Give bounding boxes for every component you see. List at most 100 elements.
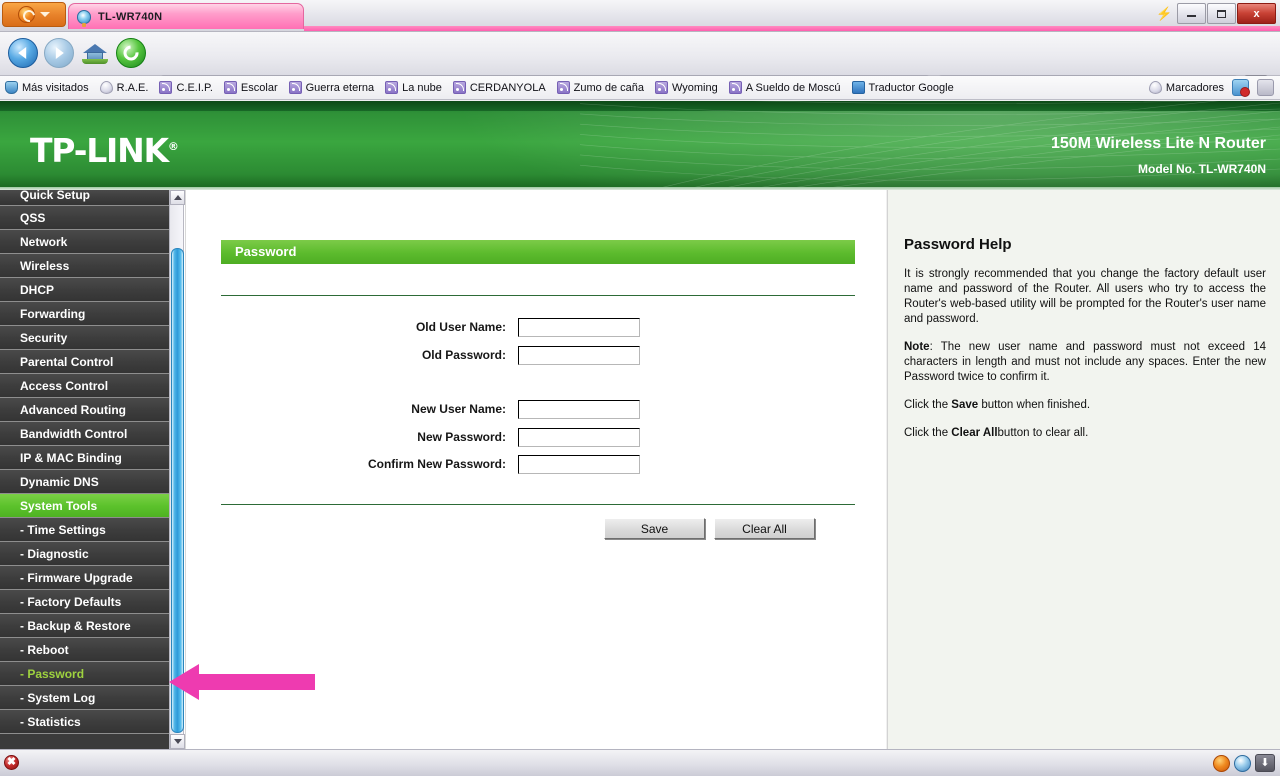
page-title: Password <box>221 240 855 264</box>
reload-button[interactable] <box>116 38 146 68</box>
bookmark-item[interactable]: CERDANYOLA <box>452 81 546 94</box>
bookmark-item[interactable]: Guerra eterna <box>288 81 374 94</box>
close-button[interactable]: x <box>1237 3 1276 24</box>
arrow-left-icon <box>18 47 27 59</box>
bookmark-item[interactable]: Escolar <box>223 81 278 94</box>
bookmark-item[interactable]: R.A.E. <box>99 81 148 94</box>
translate-icon <box>851 81 865 94</box>
help-paragraph-save: Click the Save button when finished. <box>904 398 1266 413</box>
bookmarks-menu-item[interactable]: Marcadores <box>1148 81 1224 94</box>
bookmarks-toolbar: Más visitados R.A.E. C.E.I.P. Escolar Gu… <box>0 76 1280 100</box>
help-save-pre: Click the <box>904 399 952 411</box>
confirm-new-password-input[interactable] <box>518 454 640 474</box>
forward-button[interactable] <box>44 38 74 68</box>
bookmark-label: Más visitados <box>22 81 89 94</box>
scroll-up-button[interactable] <box>170 190 185 205</box>
sidebar-item-access-control[interactable]: Access Control <box>0 374 169 398</box>
form-row-old-password: Old Password: <box>221 343 855 367</box>
sidebar-item-network[interactable]: Network <box>0 230 169 254</box>
sidebar-item-factory-defaults[interactable]: - Factory Defaults <box>0 590 169 614</box>
help-paragraph-note: Note: The new user name and password mus… <box>904 340 1266 385</box>
label-old-user-name: Old User Name: <box>415 320 506 334</box>
back-button[interactable] <box>8 38 38 68</box>
save-button[interactable]: Save <box>604 518 705 539</box>
old-password-input[interactable] <box>518 345 640 365</box>
sidebar-item-dynamic-dns[interactable]: Dynamic DNS <box>0 470 169 494</box>
clear-all-button[interactable]: Clear All <box>714 518 815 539</box>
firefox-logo-icon <box>18 6 35 23</box>
globe-icon[interactable] <box>1234 754 1251 772</box>
window-icon[interactable] <box>1257 79 1274 96</box>
sidebar-item-advanced-routing[interactable]: Advanced Routing <box>0 398 169 422</box>
sidebar-menu: Quick Setup QSS Network Wireless DHCP Fo… <box>0 190 169 749</box>
sidebar-item-reboot[interactable]: - Reboot <box>0 638 169 662</box>
sidebar-item-statistics[interactable]: - Statistics <box>0 710 169 734</box>
tab-title: TL-WR740N <box>98 10 163 23</box>
download-icon[interactable]: ⬇ <box>1255 754 1275 772</box>
sidebar-item-time-settings[interactable]: - Time Settings <box>0 518 169 542</box>
triangle-up-icon <box>173 195 182 200</box>
form-row-old-user-name: Old User Name: <box>221 315 855 339</box>
browser-tab-active[interactable]: TL-WR740N <box>68 3 304 29</box>
old-user-name-input[interactable] <box>518 317 640 337</box>
home-button[interactable] <box>80 38 110 68</box>
sidebar-item-security[interactable]: Security <box>0 326 169 350</box>
home-icon <box>82 44 108 64</box>
tab-strip-filler <box>304 26 1280 31</box>
scrollbar-thumb[interactable] <box>171 248 184 733</box>
brand-name: TP-LINK <box>30 131 169 170</box>
close-icon: x <box>1237 3 1276 24</box>
bookmark-item[interactable]: La nube <box>385 81 442 94</box>
firefox-menu-button[interactable] <box>2 2 66 27</box>
sidebar-item-wireless[interactable]: Wireless <box>0 254 169 278</box>
addon-icon[interactable] <box>1232 79 1250 97</box>
sidebar-item-diagnostic[interactable]: - Diagnostic <box>0 542 169 566</box>
help-save-post: button when finished. <box>978 399 1091 411</box>
sidebar-item-ip-mac-binding[interactable]: IP & MAC Binding <box>0 446 169 470</box>
sidebar-item-dhcp[interactable]: DHCP <box>0 278 169 302</box>
bookmark-item[interactable]: Wyoming <box>654 81 718 94</box>
tab-favicon-icon <box>77 9 91 27</box>
bookmark-label: A Sueldo de Moscú <box>745 81 841 94</box>
sidebar-item-forwarding[interactable]: Forwarding <box>0 302 169 326</box>
sidebar-item-qss[interactable]: QSS <box>0 206 169 230</box>
bookmark-item[interactable]: Más visitados <box>5 81 89 94</box>
new-password-input[interactable] <box>518 427 640 447</box>
sidebar-item-bandwidth-control[interactable]: Bandwidth Control <box>0 422 169 446</box>
sidebar-item-quick-setup[interactable]: Quick Setup <box>0 190 169 206</box>
brand-trademark: ® <box>167 140 179 153</box>
bookmark-item[interactable]: Traductor Google <box>851 81 954 94</box>
title-bar: TL-WR740N ⚡ x <box>0 0 1280 32</box>
status-bar: ✖ ⬇ <box>0 749 1280 776</box>
reload-icon <box>120 42 142 64</box>
error-icon[interactable]: ✖ <box>4 755 19 770</box>
scroll-down-button[interactable] <box>170 734 185 749</box>
rss-icon <box>159 81 173 94</box>
rss-icon <box>288 81 302 94</box>
bookmark-label: Zumo de caña <box>573 81 644 94</box>
firefox-icon[interactable] <box>1213 754 1230 772</box>
help-clear-pre: Click the <box>904 427 952 439</box>
sidebar-item-system-tools[interactable]: System Tools <box>0 494 169 518</box>
bookmark-item[interactable]: Zumo de caña <box>556 81 644 94</box>
sidebar-item-system-log[interactable]: - System Log <box>0 686 169 710</box>
new-user-name-input[interactable] <box>518 399 640 419</box>
bookmarks-menu-label: Marcadores <box>1165 81 1224 94</box>
bookmark-item[interactable]: A Sueldo de Moscú <box>728 81 841 94</box>
triangle-down-icon <box>173 739 182 744</box>
maximize-button[interactable] <box>1207 3 1236 24</box>
rss-icon <box>223 81 237 94</box>
sidebar-item-password[interactable]: - Password <box>0 662 169 686</box>
sidebar-item-firmware-upgrade[interactable]: - Firmware Upgrade <box>0 566 169 590</box>
bookmark-item[interactable]: C.E.I.P. <box>159 81 213 94</box>
bookmark-label: CERDANYOLA <box>469 81 546 94</box>
bookmark-label: La nube <box>402 81 442 94</box>
button-row: Save Clear All <box>221 518 855 542</box>
rss-icon <box>556 81 570 94</box>
sidebar-item-parental-control[interactable]: Parental Control <box>0 350 169 374</box>
sidebar-item-backup-restore[interactable]: - Backup & Restore <box>0 614 169 638</box>
minimize-icon <box>1187 15 1196 17</box>
minimize-button[interactable] <box>1177 3 1206 24</box>
shield-icon <box>5 81 18 94</box>
sidebar-scrollbar[interactable] <box>169 190 185 749</box>
